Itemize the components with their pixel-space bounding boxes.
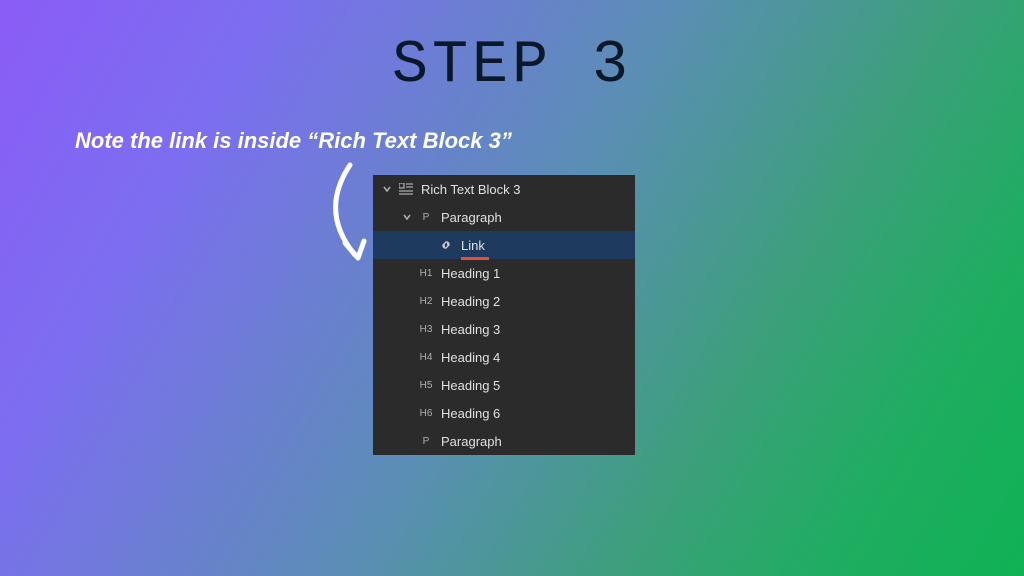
tree-row-heading-4[interactable]: H4 Heading 4 <box>373 343 635 371</box>
tree-row-heading-2[interactable]: H2 Heading 2 <box>373 287 635 315</box>
tree-row-label: Heading 4 <box>441 350 500 365</box>
tree-row-link[interactable]: Link <box>373 231 635 259</box>
tree-row-label: Heading 2 <box>441 294 500 309</box>
tree-row-label: Paragraph <box>441 434 502 449</box>
tree-row-label: Heading 3 <box>441 322 500 337</box>
navigator-panel: Rich Text Block 3 P Paragraph Link H1 He… <box>373 175 635 455</box>
tree-row-paragraph-parent[interactable]: P Paragraph <box>373 203 635 231</box>
heading-5-icon: H5 <box>417 378 435 392</box>
tree-row-heading-6[interactable]: H6 Heading 6 <box>373 399 635 427</box>
heading-4-icon: H4 <box>417 350 435 364</box>
tree-row-label: Heading 1 <box>441 266 500 281</box>
annotation-underline <box>461 257 489 260</box>
step-title: STEP 3 <box>0 0 1024 100</box>
paragraph-icon: P <box>417 434 435 448</box>
tree-row-heading-3[interactable]: H3 Heading 3 <box>373 315 635 343</box>
tree-row-label: Heading 5 <box>441 378 500 393</box>
heading-2-icon: H2 <box>417 294 435 308</box>
heading-1-icon: H1 <box>417 266 435 280</box>
tree-row-heading-1[interactable]: H1 Heading 1 <box>373 259 635 287</box>
heading-6-icon: H6 <box>417 406 435 420</box>
chevron-down-icon[interactable] <box>381 183 393 195</box>
tree-row-label: Link <box>461 238 485 253</box>
tree-row-label: Paragraph <box>441 210 502 225</box>
heading-3-icon: H3 <box>417 322 435 336</box>
rich-text-block-icon <box>397 182 415 196</box>
paragraph-icon: P <box>417 210 435 224</box>
tree-row-label: Heading 6 <box>441 406 500 421</box>
link-icon <box>437 238 455 252</box>
tree-row-paragraph[interactable]: P Paragraph <box>373 427 635 455</box>
chevron-down-icon[interactable] <box>401 211 413 223</box>
annotation-text: Note the link is inside “Rich Text Block… <box>75 128 512 154</box>
tree-row-label: Rich Text Block 3 <box>421 182 520 197</box>
tree-row-heading-5[interactable]: H5 Heading 5 <box>373 371 635 399</box>
tree-row-rich-text-block[interactable]: Rich Text Block 3 <box>373 175 635 203</box>
